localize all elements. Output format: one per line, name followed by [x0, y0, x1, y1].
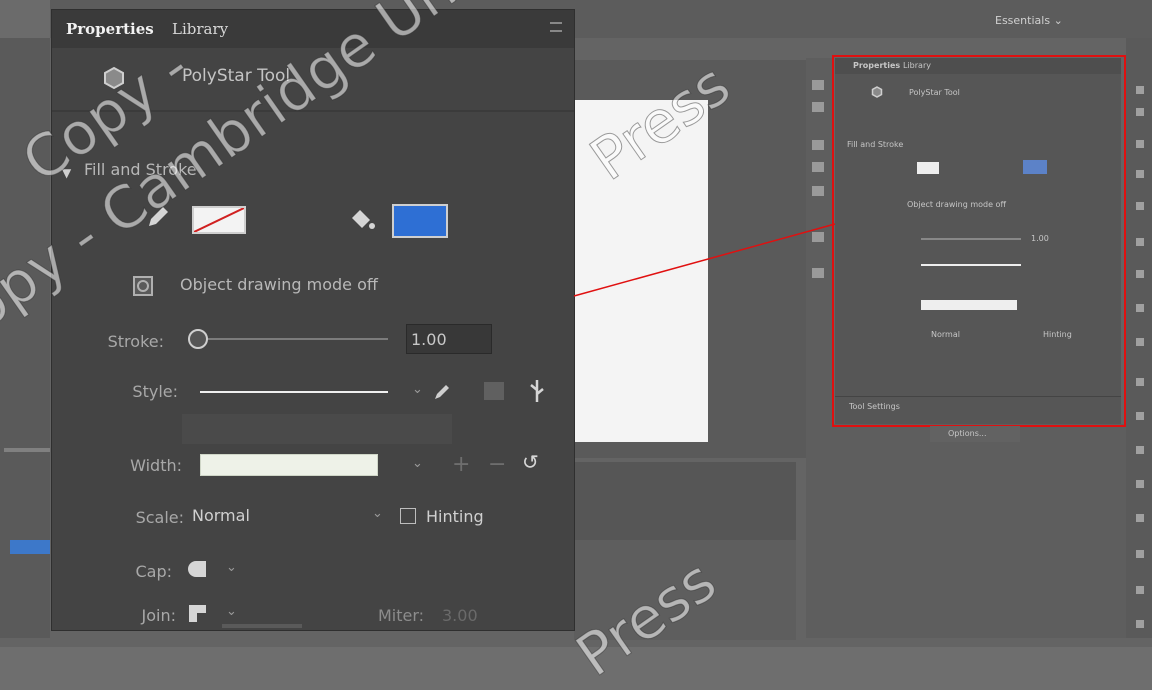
mini-divider	[835, 396, 1121, 397]
mini-stroke-swatch[interactable]	[917, 162, 939, 174]
options-button[interactable]: Options...	[930, 426, 1020, 442]
mini-scale-value[interactable]: Normal	[931, 330, 960, 339]
mini-tool-name: PolyStar Tool	[909, 88, 960, 97]
mini-tool-settings-label: Tool Settings	[849, 402, 900, 411]
mini-tab-library[interactable]: Library	[903, 61, 931, 70]
mini-properties-panel: Properties Library PolyStar Tool Fill an…	[835, 58, 1121, 424]
mini-polystar-icon	[871, 86, 883, 98]
mini-tab-properties[interactable]: Properties	[853, 61, 900, 70]
mini-hinting-label[interactable]: Hinting	[1043, 330, 1072, 339]
mini-style-line[interactable]	[921, 264, 1021, 266]
mini-fill-swatch[interactable]	[1023, 160, 1047, 174]
mini-width-profile[interactable]	[921, 300, 1017, 310]
mini-tab-bar: Properties Library	[835, 58, 1121, 74]
mini-stroke-value[interactable]: 1.00	[1031, 234, 1049, 243]
mini-stroke-slider[interactable]	[921, 238, 1021, 240]
callout-line	[573, 223, 836, 297]
mini-section-title[interactable]: Fill and Stroke	[847, 140, 903, 149]
mini-object-drawing-label: Object drawing mode off	[907, 200, 1006, 209]
